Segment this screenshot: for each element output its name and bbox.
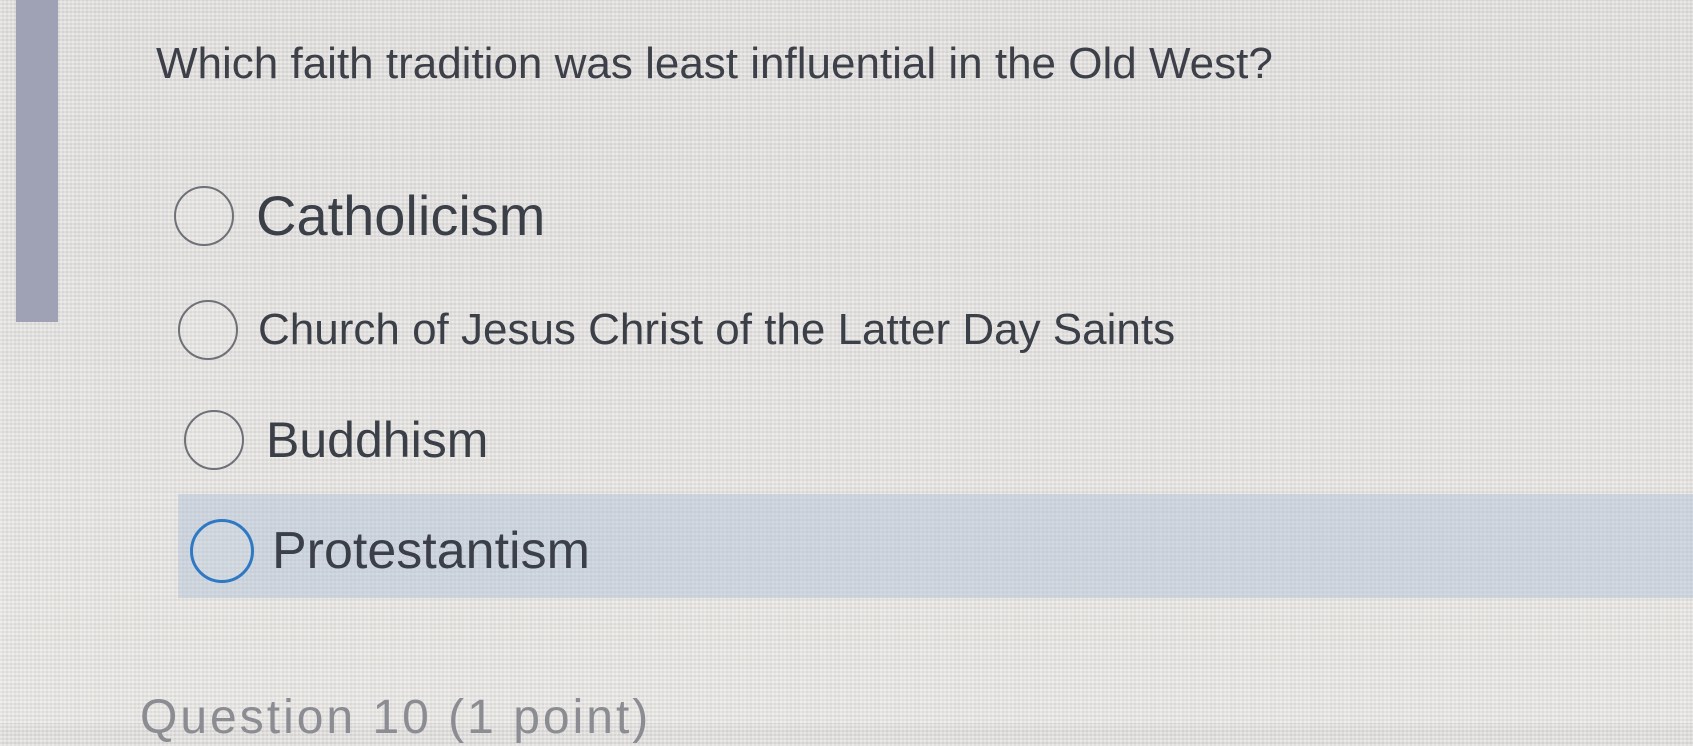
option-catholicism[interactable]: Catholicism (174, 183, 545, 248)
option-label: Protestantism (272, 522, 590, 580)
option-label: Buddhism (266, 412, 489, 468)
option-buddhism[interactable]: Buddhism (184, 410, 488, 470)
option-label: Church of Jesus Christ of the Latter Day… (258, 305, 1176, 354)
option-label: Catholicism (256, 184, 546, 247)
radio-button-focused[interactable] (190, 519, 254, 583)
option-protestantism[interactable]: Protestantism (190, 519, 590, 583)
radio-button[interactable] (174, 185, 234, 246)
radio-button[interactable] (178, 300, 238, 360)
radio-button[interactable] (184, 410, 244, 470)
answer-options: Catholicism Church of Jesus Christ of th… (0, 0, 1693, 723)
option-latter-day-saints[interactable]: Church of Jesus Christ of the Latter Day… (178, 300, 1175, 360)
next-question-heading: Question 10 (1 point) (140, 691, 652, 744)
